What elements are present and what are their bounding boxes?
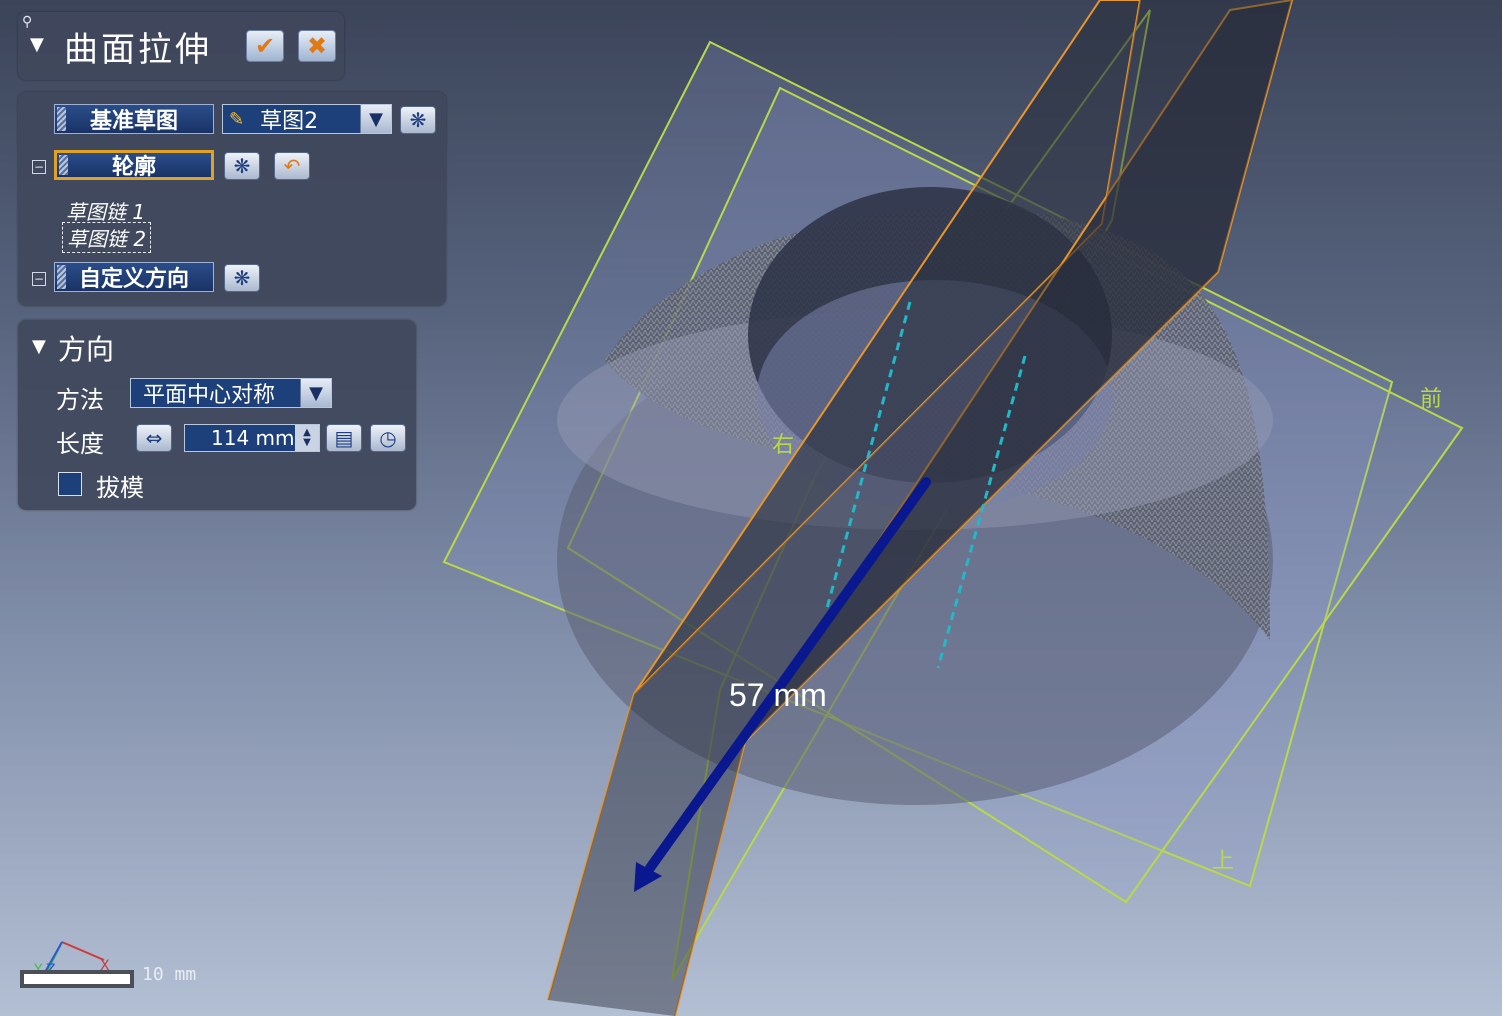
length-label: 长度	[56, 430, 104, 458]
draft-label: 拔模	[96, 474, 144, 502]
cancel-button[interactable]: ✖	[298, 30, 336, 62]
profile-label: 轮廓	[111, 155, 156, 180]
measure-button[interactable]: ▤	[326, 424, 362, 452]
length-value: 114 mm	[211, 426, 295, 450]
scale-bar	[20, 970, 134, 988]
dimension-label: 57 mm	[729, 677, 827, 713]
custom-direction-collapse-icon[interactable]: −	[32, 272, 46, 286]
direction-panel: ▼ 方向 方法 平面中心对称 ▼ 长度 ⇔ 114 mm ▲ ▼ ▤ ◷ 拔模	[18, 320, 416, 510]
front-plane-label: 前	[1420, 387, 1442, 412]
chain-item-2[interactable]: 草图链 2	[62, 222, 152, 253]
clock-icon: ◷	[379, 426, 397, 450]
undo-icon: ↶	[283, 154, 301, 178]
chain-item-1[interactable]: 草图链 1	[66, 196, 145, 225]
direction-collapse-icon[interactable]: ▼	[32, 336, 46, 357]
undo-button[interactable]: ↶	[274, 152, 310, 180]
profile-panel: 基准草图 ✎ 草图2 ▼ ❋ − 轮廓 ❋ ↶ 草图链 1 草图链 2 − 自定…	[18, 92, 446, 306]
custom-direction-label: 自定义方向	[78, 267, 189, 292]
scale-label: 10 mm	[142, 964, 197, 985]
close-icon: ✖	[306, 32, 328, 60]
clock-button[interactable]: ◷	[370, 424, 406, 452]
double-arrow-icon: ⇔	[145, 426, 163, 450]
pin-icon[interactable]: ⚲	[22, 14, 32, 30]
check-icon: ✔	[254, 32, 276, 60]
collapse-icon[interactable]: ▼	[30, 34, 44, 55]
base-sketch-button[interactable]: 基准草图	[54, 104, 214, 134]
profile-collapse-icon[interactable]: −	[32, 160, 46, 174]
direction-header: 方向	[58, 333, 115, 366]
profile-options-button[interactable]: ❋	[224, 152, 260, 180]
feature-title: 曲面拉伸	[64, 30, 212, 70]
top-plane-label: 上	[1212, 849, 1234, 874]
custom-direction-button[interactable]: 自定义方向	[54, 262, 214, 292]
feature-title-panel: ⚲ ▼ 曲面拉伸 ✔ ✖	[18, 12, 344, 80]
method-label: 方法	[56, 386, 104, 414]
spinner-icon[interactable]: ▲ ▼	[295, 425, 319, 451]
asterisk-icon: ❋	[409, 108, 427, 132]
custom-direction-options-button[interactable]: ❋	[224, 264, 260, 292]
draft-checkbox[interactable]	[58, 472, 82, 496]
sketch-options-button[interactable]: ❋	[400, 106, 436, 134]
method-select[interactable]: 平面中心对称 ▼	[130, 378, 332, 408]
asterisk-icon: ❋	[233, 154, 251, 178]
sketch-select[interactable]: ✎ 草图2 ▼	[222, 104, 392, 134]
profile-button[interactable]: 轮廓	[54, 150, 214, 180]
right-plane-label: 右	[772, 433, 794, 458]
asterisk-icon: ❋	[233, 266, 251, 290]
length-input[interactable]: 114 mm ▲ ▼	[184, 424, 320, 452]
ruler-icon: ▤	[334, 426, 354, 450]
chevron-down-icon[interactable]: ▼	[360, 105, 391, 133]
sketch-icon: ✎	[229, 108, 245, 130]
flip-direction-button[interactable]: ⇔	[136, 424, 172, 452]
base-sketch-label: 基准草图	[89, 109, 178, 134]
ok-button[interactable]: ✔	[246, 30, 284, 62]
sketch-select-value: 草图2	[260, 109, 319, 134]
method-select-value: 平面中心对称	[143, 383, 276, 408]
chevron-down-icon[interactable]: ▼	[300, 379, 331, 407]
